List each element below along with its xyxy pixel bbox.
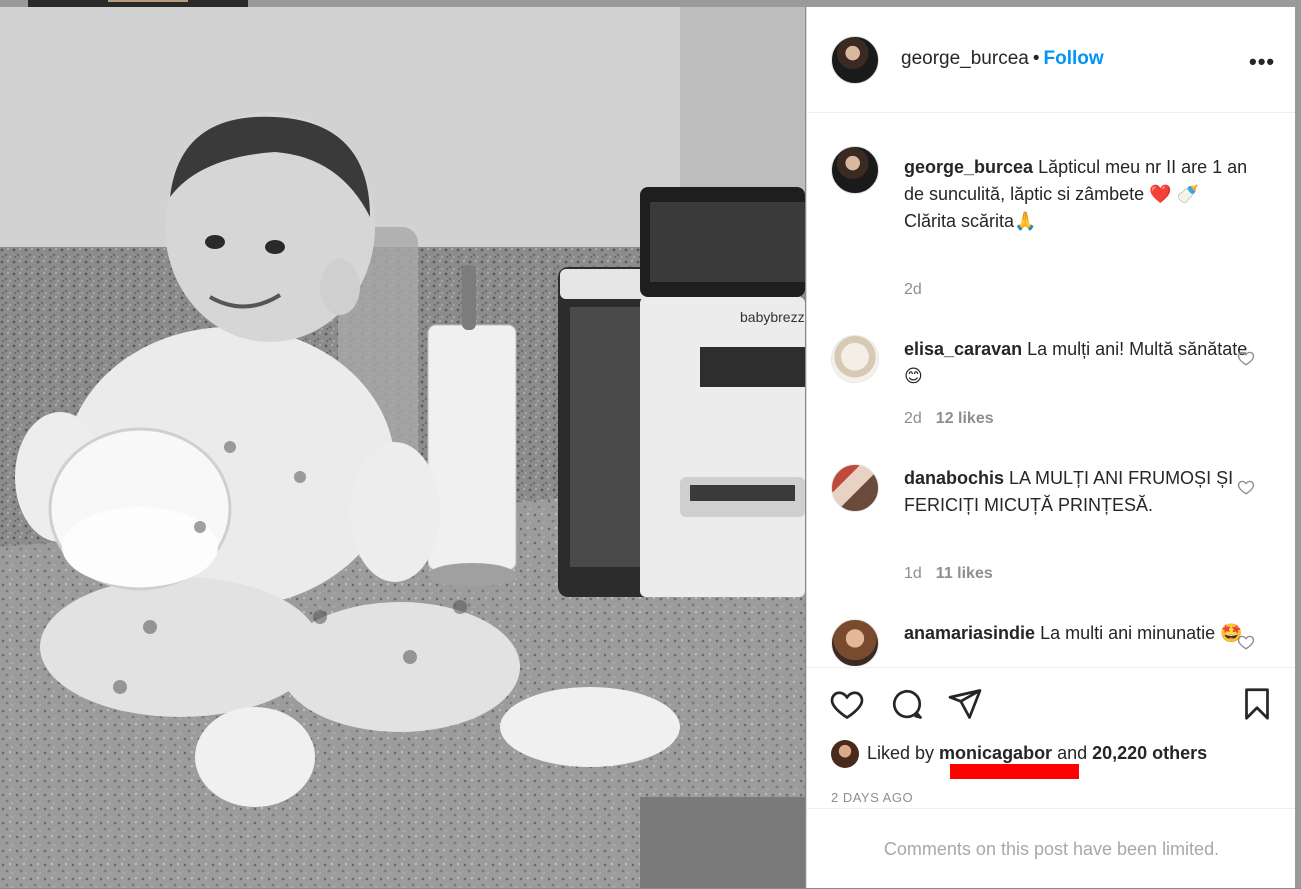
- comment-time: 2d: [904, 410, 922, 427]
- window-edge: [1295, 7, 1301, 888]
- caption-username[interactable]: george_burcea: [904, 157, 1033, 177]
- likes-count[interactable]: 20,220 others: [1092, 743, 1207, 763]
- post-side-panel: george_burcea • Follow ••• george_burcea L…: [806, 7, 1296, 888]
- share-send-icon[interactable]: [947, 686, 983, 722]
- like-comment-heart-icon[interactable]: [1237, 633, 1255, 651]
- save-bookmark-icon[interactable]: [1239, 686, 1275, 722]
- comment-username[interactable]: anamariasindie: [904, 623, 1035, 643]
- post-timestamp[interactable]: 2 DAYS AGO: [831, 790, 913, 805]
- liked-by-middle: and: [1052, 742, 1093, 763]
- post-photo: babybrezza: [0, 7, 805, 888]
- comment-body: La multi ani minunatie 🤩: [1035, 623, 1243, 643]
- comments-scroll-area[interactable]: george_burcea Lăpticul meu nr II are 1 a…: [807, 113, 1296, 666]
- post-actions: Liked by monicagabor and 20,220 others 2…: [807, 667, 1296, 808]
- comment-username[interactable]: elisa_caravan: [904, 339, 1022, 359]
- follow-button[interactable]: Follow: [1043, 48, 1103, 69]
- caption-time: 2d: [904, 281, 922, 298]
- brand-text: babybrezza: [740, 309, 805, 325]
- liked-by-prefix: Liked by: [867, 742, 940, 763]
- comment-text: danabochis LA MULȚI ANI FRUMOȘI ȘI FERIC…: [904, 465, 1264, 519]
- caption-avatar[interactable]: [831, 146, 879, 194]
- like-heart-icon[interactable]: [829, 686, 865, 722]
- top-thumbnail: [28, 0, 248, 7]
- liker-avatar[interactable]: [831, 740, 859, 768]
- redaction-underline: [950, 764, 1079, 779]
- comment-username[interactable]: danabochis: [904, 468, 1004, 488]
- like-comment-heart-icon[interactable]: [1237, 349, 1255, 367]
- comment-bubble-icon[interactable]: [889, 686, 925, 722]
- comment-likes[interactable]: 12 likes: [936, 410, 994, 427]
- comments-limited-notice: Comments on this post have been limited.: [807, 808, 1296, 889]
- author-username[interactable]: george_burcea: [901, 48, 1029, 69]
- commenter-avatar[interactable]: [831, 335, 879, 383]
- comment-text: elisa_caravan La mulți ani! Multă sănăta…: [904, 336, 1264, 390]
- more-options-icon[interactable]: •••: [1249, 49, 1275, 75]
- separator-dot: •: [1032, 48, 1040, 69]
- comment-meta: 1d 11 likes: [904, 565, 993, 583]
- comment-text: anamariasindie La multi ani minunatie 🤩: [904, 620, 1264, 647]
- post-header: george_burcea • Follow •••: [807, 7, 1296, 113]
- caption-line2: Clărita scărita🙏: [904, 211, 1037, 231]
- comment-likes[interactable]: 11 likes: [936, 565, 993, 582]
- liker-username[interactable]: monicagabor: [939, 743, 1052, 763]
- browser-top-strip: [0, 0, 1301, 7]
- comment-time: 1d: [904, 565, 922, 582]
- caption-text: george_burcea Lăpticul meu nr II are 1 a…: [904, 154, 1264, 235]
- commenter-avatar[interactable]: [831, 464, 879, 512]
- comment-meta: 2d 12 likes: [904, 410, 994, 428]
- like-comment-heart-icon[interactable]: [1237, 478, 1255, 496]
- author-avatar[interactable]: [831, 36, 879, 84]
- author-line: george_burcea • Follow: [901, 48, 1104, 70]
- commenter-avatar[interactable]: [831, 619, 879, 666]
